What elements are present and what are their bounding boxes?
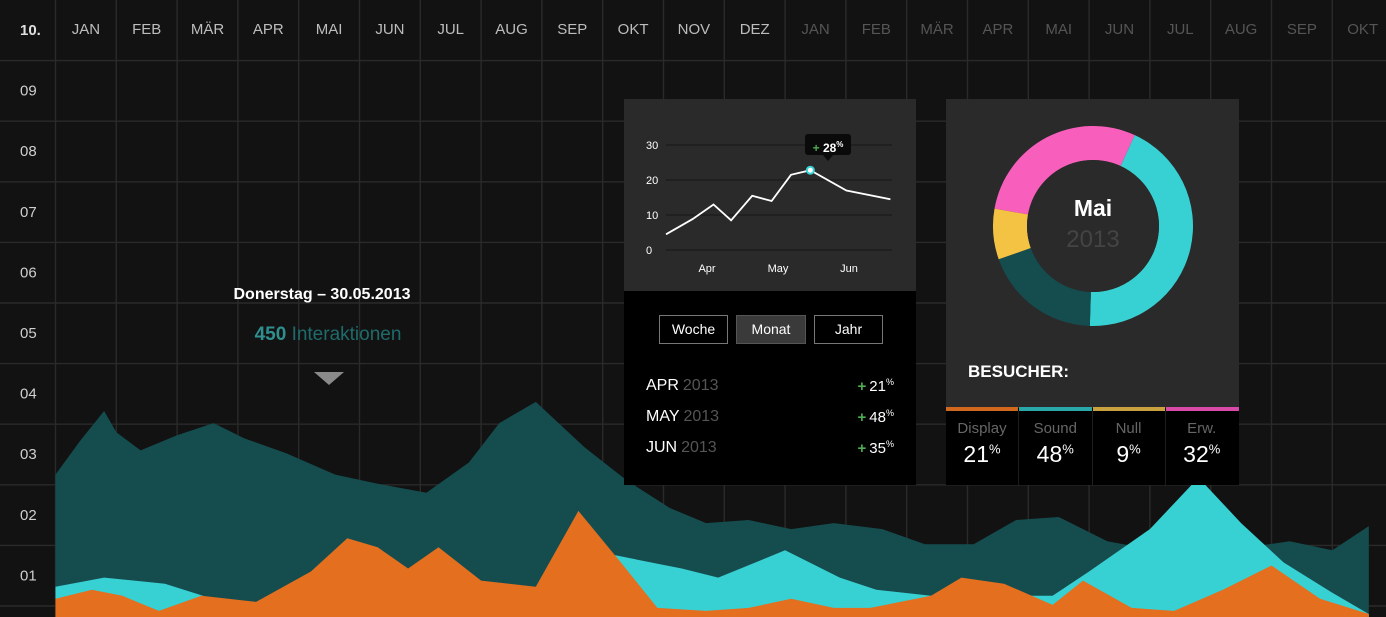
stat-value: +48% (858, 408, 894, 426)
visitors-panel: Mai 2013 BESUCHER: Display 21% Sound 48% Nul… (946, 99, 1239, 485)
tooltip-count-value: 450 (254, 324, 287, 345)
stat-row: APR 2013 +21% (646, 377, 894, 401)
y-tick-label: 09 (20, 83, 37, 100)
stat-month: JUN (646, 439, 678, 456)
range-button-woche[interactable]: Woche (659, 315, 728, 344)
tooltip-date: Donerstag – 30.05.2013 (233, 286, 411, 303)
x-tick-label: DEZ (740, 21, 770, 38)
y-tick-label: 30 (646, 140, 658, 152)
visitor-cell-sound: Sound 48% (1019, 411, 1091, 485)
highlight-point (805, 165, 815, 175)
x-tick-label: SEP (557, 21, 587, 38)
x-tick-label: JUN (375, 21, 404, 38)
x-tick-label: APR (982, 21, 1013, 38)
x-tick-label: OKT (618, 21, 649, 38)
stat-unit: % (885, 439, 894, 449)
stat-number: 35 (869, 440, 886, 457)
tooltip-count-label: Interaktionen (291, 324, 402, 345)
x-tick-label: Jun (840, 263, 858, 275)
range-button-monat[interactable]: Monat (736, 315, 806, 344)
x-tick-label: FEB (862, 21, 891, 38)
x-tick-label: JUL (1167, 21, 1194, 38)
visitor-separator (1164, 411, 1166, 485)
x-tick-label: MÄR (191, 21, 225, 38)
stat-row: MAY 2013 +48% (646, 408, 894, 432)
y-tick-label: 10. (20, 22, 41, 39)
y-tick-label: 03 (20, 446, 37, 463)
visitor-label: Sound (1033, 420, 1077, 437)
x-tick-label: FEB (132, 21, 161, 38)
y-tick-label: 0 (646, 245, 652, 257)
x-tick-label: JAN (72, 21, 100, 38)
highlight-badge: + 28% (805, 134, 851, 161)
x-tick-label: JUL (437, 21, 464, 38)
x-tick-label: JAN (801, 21, 829, 38)
visitor-value: 21% (963, 441, 1001, 467)
donut-year: 2013 (1066, 226, 1120, 253)
visitor-separator (1091, 411, 1093, 485)
stat-unit: % (885, 408, 894, 418)
stat-value: +21% (858, 377, 894, 395)
x-tick-label: APR (253, 21, 284, 38)
x-tick-label: MAI (316, 21, 343, 38)
visitor-cell-erw: Erw. 32% (1166, 411, 1238, 485)
visitor-value: 9% (1116, 441, 1141, 467)
x-tick-label: MAI (1045, 21, 1072, 38)
stat-month: APR (646, 377, 679, 394)
x-tick-label: JUN (1105, 21, 1134, 38)
y-tick-label: 01 (20, 567, 37, 584)
stat-number: 21 (869, 378, 886, 395)
highlight-value: 28 (822, 141, 837, 155)
y-tick-label: 04 (20, 386, 37, 403)
stat-number: 48 (869, 409, 886, 426)
y-tick-label: 07 (20, 204, 37, 221)
range-button-jahr[interactable]: Jahr (814, 315, 883, 344)
stat-year: 2013 (681, 439, 717, 456)
visitor-cell-display: Display 21% (946, 411, 1018, 485)
donut-month: Mai (1073, 195, 1113, 221)
line-chart-panel: 30 20 10 0 Apr May Jun + 28% Woche Monat Jahr AP… (624, 99, 916, 485)
plus-icon: + (812, 141, 820, 155)
x-tick-label: MÄR (920, 21, 954, 38)
plus-icon: + (857, 378, 867, 395)
x-tick-label: Apr (698, 263, 715, 275)
x-tick-label: NOV (678, 21, 711, 38)
range-buttons: Woche Monat Jahr (659, 315, 883, 344)
plus-icon: + (857, 409, 867, 426)
stat-unit: % (885, 377, 894, 387)
visitor-value: 48% (1036, 441, 1074, 467)
stat-year: 2013 (683, 408, 720, 425)
visitor-cell-null: Null 9% (1093, 411, 1165, 485)
stat-month: MAY (646, 408, 680, 425)
stat-row: JUN 2013 +35% (646, 439, 894, 463)
plus-icon: + (857, 440, 867, 457)
x-tick-label: AUG (1225, 21, 1258, 38)
stat-year: 2013 (682, 377, 719, 394)
visitor-label: Erw. (1187, 420, 1217, 437)
tooltip-pointer (314, 372, 344, 385)
x-tick-label: May (768, 263, 789, 275)
x-tick-label: SEP (1287, 21, 1317, 38)
visitors-title: BESUCHER: (968, 362, 1070, 381)
y-tick-label: 05 (20, 325, 37, 342)
y-tick-label: 06 (20, 264, 37, 281)
y-tick-label: 08 (20, 143, 37, 160)
stat-value: +35% (858, 439, 894, 457)
highlight-unit: % (836, 140, 844, 149)
tooltip-count: 450 Interaktionen (190, 324, 466, 346)
line-chart: 30 20 10 0 Apr May Jun (646, 140, 892, 275)
y-tick-label: 20 (646, 175, 658, 187)
visitor-separator (1018, 411, 1020, 485)
x-tick-label: AUG (495, 21, 528, 38)
visitor-label: Display (957, 420, 1007, 437)
x-tick-label: OKT (1347, 21, 1378, 38)
y-tick-label: 02 (20, 507, 37, 524)
visitor-value: 32% (1183, 441, 1221, 467)
visitor-label: Null (1115, 420, 1142, 437)
y-tick-label: 10 (646, 210, 658, 222)
